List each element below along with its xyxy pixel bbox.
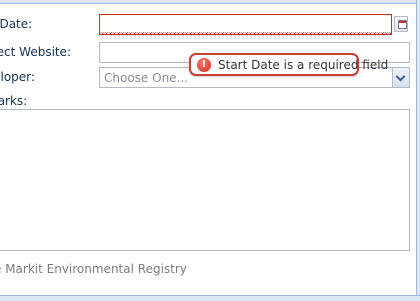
developer-placeholder: Choose One... bbox=[104, 71, 188, 85]
project-website-label: oject Website: bbox=[0, 45, 72, 59]
footer-text: e Markit Environmental Registry bbox=[0, 262, 187, 276]
window-top-border bbox=[0, 0, 420, 4]
error-icon: ! bbox=[197, 58, 211, 72]
remarks-label: marks: bbox=[0, 94, 28, 108]
error-tooltip-message: Start Date is a required field bbox=[218, 58, 389, 72]
window-bottom-border bbox=[0, 295, 420, 301]
calendar-icon[interactable] bbox=[394, 16, 408, 32]
developer-label: veloper: bbox=[0, 70, 35, 84]
start-date-label: rt Date: bbox=[0, 17, 33, 31]
remarks-textarea[interactable] bbox=[0, 109, 410, 251]
scrollbar-track[interactable] bbox=[416, 0, 420, 300]
start-date-field[interactable] bbox=[99, 14, 392, 35]
error-tooltip: ! Start Date is a required field bbox=[189, 53, 388, 76]
chevron-down-icon[interactable] bbox=[392, 67, 410, 88]
